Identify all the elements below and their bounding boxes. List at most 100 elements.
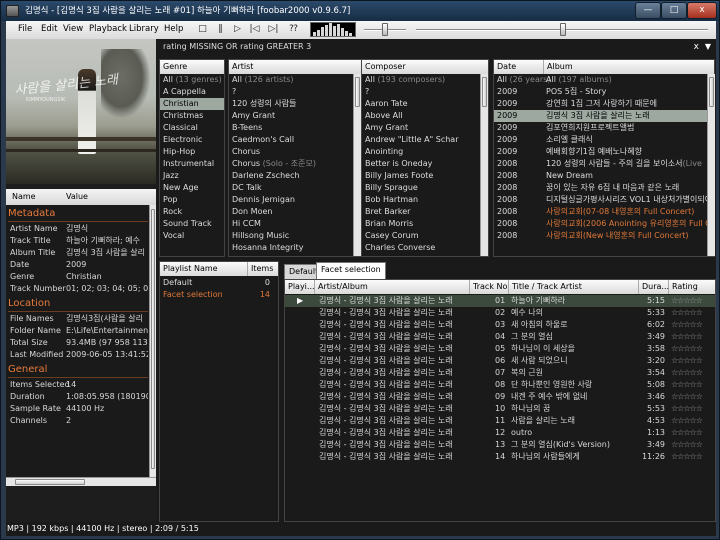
- prop-row[interactable]: Total Size 93.4MB (97 958 113 b: [10, 337, 148, 349]
- stop-icon[interactable]: □: [197, 24, 208, 35]
- filter-bar[interactable]: rating MISSING OR rating GREATER 3 x ▼: [159, 40, 715, 54]
- artist-item[interactable]: Hillsong Music: [229, 230, 361, 242]
- genre-item[interactable]: New Age: [160, 182, 224, 194]
- col-track-no[interactable]: Track No: [470, 280, 509, 294]
- album-header[interactable]: Album: [544, 60, 714, 74]
- composer-item[interactable]: Better is Oneday: [362, 158, 488, 170]
- col-artist-album[interactable]: Artist/Album: [315, 280, 470, 294]
- table-row[interactable]: 김명식 - 김명식 3집 사람을 살리는 노래 06 새 사람 되었으니 3:20 ☆☆…: [285, 355, 715, 367]
- composer-item[interactable]: Billy Sprague: [362, 182, 488, 194]
- composer-item[interactable]: Casey Corum: [362, 230, 488, 242]
- genre-item[interactable]: Jazz: [160, 170, 224, 182]
- prop-row[interactable]: Album Title 김명식 3집 사람을 살리: [10, 247, 148, 259]
- prop-row[interactable]: Track Number 01; 02; 03; 04; 05; 06: [10, 283, 148, 295]
- date-album-row[interactable]: 2009 김명식 3집 사람을 살리는 노래: [494, 110, 714, 122]
- composer-item[interactable]: Andrew "Little A" Schar: [362, 134, 488, 146]
- artist-header[interactable]: Artist: [229, 60, 361, 74]
- table-row[interactable]: 김명식 - 김명식 3집 사람을 살리는 노래 04 그 분의 열심 3:49 ☆☆☆☆…: [285, 331, 715, 343]
- genre-item[interactable]: Rock: [160, 206, 224, 218]
- menu-library[interactable]: Library: [129, 24, 159, 34]
- menu-view[interactable]: View: [63, 24, 83, 34]
- date-header[interactable]: Date: [494, 60, 544, 74]
- date-album-row[interactable]: 2009 POS 5집 - Story: [494, 86, 714, 98]
- genre-item[interactable]: Sound Track: [160, 218, 224, 230]
- composer-item[interactable]: Anointing: [362, 146, 488, 158]
- date-album-row[interactable]: 2009 예배회향기1집 예배노나혜향: [494, 146, 714, 158]
- date-album-row[interactable]: 2008 New Dream: [494, 170, 714, 182]
- volume-thumb[interactable]: [382, 23, 388, 36]
- artist-scrollbar[interactable]: [353, 74, 361, 256]
- table-row[interactable]: 김명식 - 김명식 3집 사람을 살리는 노래 07 복의 근원 3:54 ☆☆☆☆☆: [285, 367, 715, 379]
- date-album-row[interactable]: 2008 꿈이 있는 자유 6집 내 마음과 같은 노래: [494, 182, 714, 194]
- table-row[interactable]: 김명식 - 김명식 3집 사람을 살리는 노래 02 예수 나의 5:33 ☆☆☆☆☆: [285, 307, 715, 319]
- table-row[interactable]: ▶ 김명식 - 김명식 3집 사람을 살리는 노래 01 하늘아 기뻐하라 5:15 ☆☆…: [285, 295, 715, 307]
- table-row[interactable]: 김명식 - 김명식 3집 사람을 살리는 노래 08 단 하나뿐인 영원한 사랑 5:…: [285, 379, 715, 391]
- composer-item[interactable]: Aaron Tate: [362, 98, 488, 110]
- next-icon[interactable]: ▷|: [268, 24, 279, 35]
- genre-item[interactable]: Christian: [160, 98, 224, 110]
- artist-item[interactable]: Hi CCM: [229, 218, 361, 230]
- date-album-row[interactable]: 2008 사랑의교회(07-08 내영혼의 Full Concert): [494, 206, 714, 218]
- menu-playback[interactable]: Playback: [89, 24, 127, 34]
- title-bar[interactable]: 김명식 - [김명식 3집 사람을 살리는 노래 #01] 하늘아 기뻐하라 […: [1, 1, 719, 21]
- properties-scrollbar[interactable]: [149, 205, 156, 477]
- composer-all[interactable]: All (193 composers): [362, 74, 488, 86]
- rating-cell[interactable]: ☆☆☆☆☆: [671, 331, 715, 343]
- rating-cell[interactable]: ☆☆☆☆☆: [671, 307, 715, 319]
- menu-help[interactable]: Help: [164, 24, 183, 34]
- col-duration[interactable]: Dura...: [639, 280, 669, 294]
- prop-col-value[interactable]: Value: [66, 189, 88, 205]
- composer-header[interactable]: Composer: [362, 60, 488, 74]
- playlist-items-header[interactable]: Items: [248, 262, 280, 276]
- table-row[interactable]: 김명식 - 김명식 3집 사람을 살리는 노래 05 하나님이 이 세상을 3:58 ☆…: [285, 343, 715, 355]
- properties-hscrollbar[interactable]: [6, 477, 156, 486]
- date-album-all[interactable]: All (26 years) All (197 albums): [494, 74, 714, 86]
- table-row[interactable]: 김명식 - 김명식 3집 사람을 살리는 노래 11 사람을 살리는 노래 4:53 ☆…: [285, 415, 715, 427]
- menu-file[interactable]: File: [18, 24, 32, 34]
- rating-cell[interactable]: ☆☆☆☆☆: [671, 343, 715, 355]
- table-row[interactable]: 김명식 - 김명식 3집 사람을 살리는 노래 10 하나님의 꿈 5:53 ☆☆☆☆☆: [285, 403, 715, 415]
- composer-item[interactable]: Brian Morris: [362, 218, 488, 230]
- prop-row[interactable]: Channels 2: [10, 415, 148, 427]
- artist-item[interactable]: Don Moen: [229, 206, 361, 218]
- artist-item[interactable]: Amy Grant: [229, 110, 361, 122]
- rating-cell[interactable]: ☆☆☆☆☆: [671, 367, 715, 379]
- date-album-row[interactable]: 2008 사랑의교회(2006 Anointing 유리영혼의 Full Co: [494, 218, 714, 230]
- prop-col-name[interactable]: Name: [12, 189, 36, 205]
- genre-header[interactable]: Genre: [160, 60, 224, 74]
- filter-query[interactable]: rating MISSING OR rating GREATER 3: [163, 42, 311, 51]
- genre-all[interactable]: All (13 genres): [160, 74, 224, 86]
- menu-edit[interactable]: Edit: [41, 24, 57, 34]
- rating-cell[interactable]: ☆☆☆☆☆: [671, 415, 715, 427]
- artist-item[interactable]: DC Talk: [229, 182, 361, 194]
- artist-all[interactable]: All (126 artists): [229, 74, 361, 86]
- rating-cell[interactable]: ☆☆☆☆☆: [671, 451, 715, 463]
- date-album-row[interactable]: 2009 강연희 1집 그저 사랑하기 때문에: [494, 98, 714, 110]
- maximize-button[interactable]: □: [661, 2, 687, 19]
- composer-item[interactable]: ?: [362, 86, 488, 98]
- app-icon[interactable]: [6, 5, 19, 17]
- genre-item[interactable]: Hip-Hop: [160, 146, 224, 158]
- prop-row[interactable]: Date 2009: [10, 259, 148, 271]
- col-rating[interactable]: Rating: [669, 280, 715, 294]
- random-icon[interactable]: ⁇: [288, 24, 299, 35]
- prop-row[interactable]: File Names 김명식3집(사람을 살리: [10, 313, 148, 325]
- pause-icon[interactable]: ‖: [215, 24, 226, 35]
- composer-item[interactable]: Bret Barker: [362, 206, 488, 218]
- date-album-row[interactable]: 2009 소리엘 클래식: [494, 134, 714, 146]
- table-row[interactable]: 김명식 - 김명식 3집 사람을 살리는 노래 14 하나님의 사람들에게 11:26…: [285, 451, 715, 463]
- minimize-button[interactable]: —: [635, 2, 661, 19]
- play-icon[interactable]: ▷: [232, 24, 243, 35]
- prop-row[interactable]: Sample Rate 44100 Hz: [10, 403, 148, 415]
- date-album-row[interactable]: 2009 김포연희지원프로젝트앨범: [494, 122, 714, 134]
- composer-item[interactable]: Above All: [362, 110, 488, 122]
- artist-item[interactable]: 120 성령의 사람들: [229, 98, 361, 110]
- artist-item[interactable]: Chorus: [229, 146, 361, 158]
- rating-cell[interactable]: ☆☆☆☆☆: [671, 427, 715, 439]
- genre-item[interactable]: Christmas: [160, 110, 224, 122]
- artist-item[interactable]: Hosanna Integrity: [229, 242, 361, 254]
- composer-scrollbar[interactable]: [480, 74, 488, 256]
- rating-cell[interactable]: ☆☆☆☆☆: [671, 355, 715, 367]
- prop-row[interactable]: Genre Christian: [10, 271, 148, 283]
- prop-row[interactable]: Track Title 하늘아 기뻐하라; 예수: [10, 235, 148, 247]
